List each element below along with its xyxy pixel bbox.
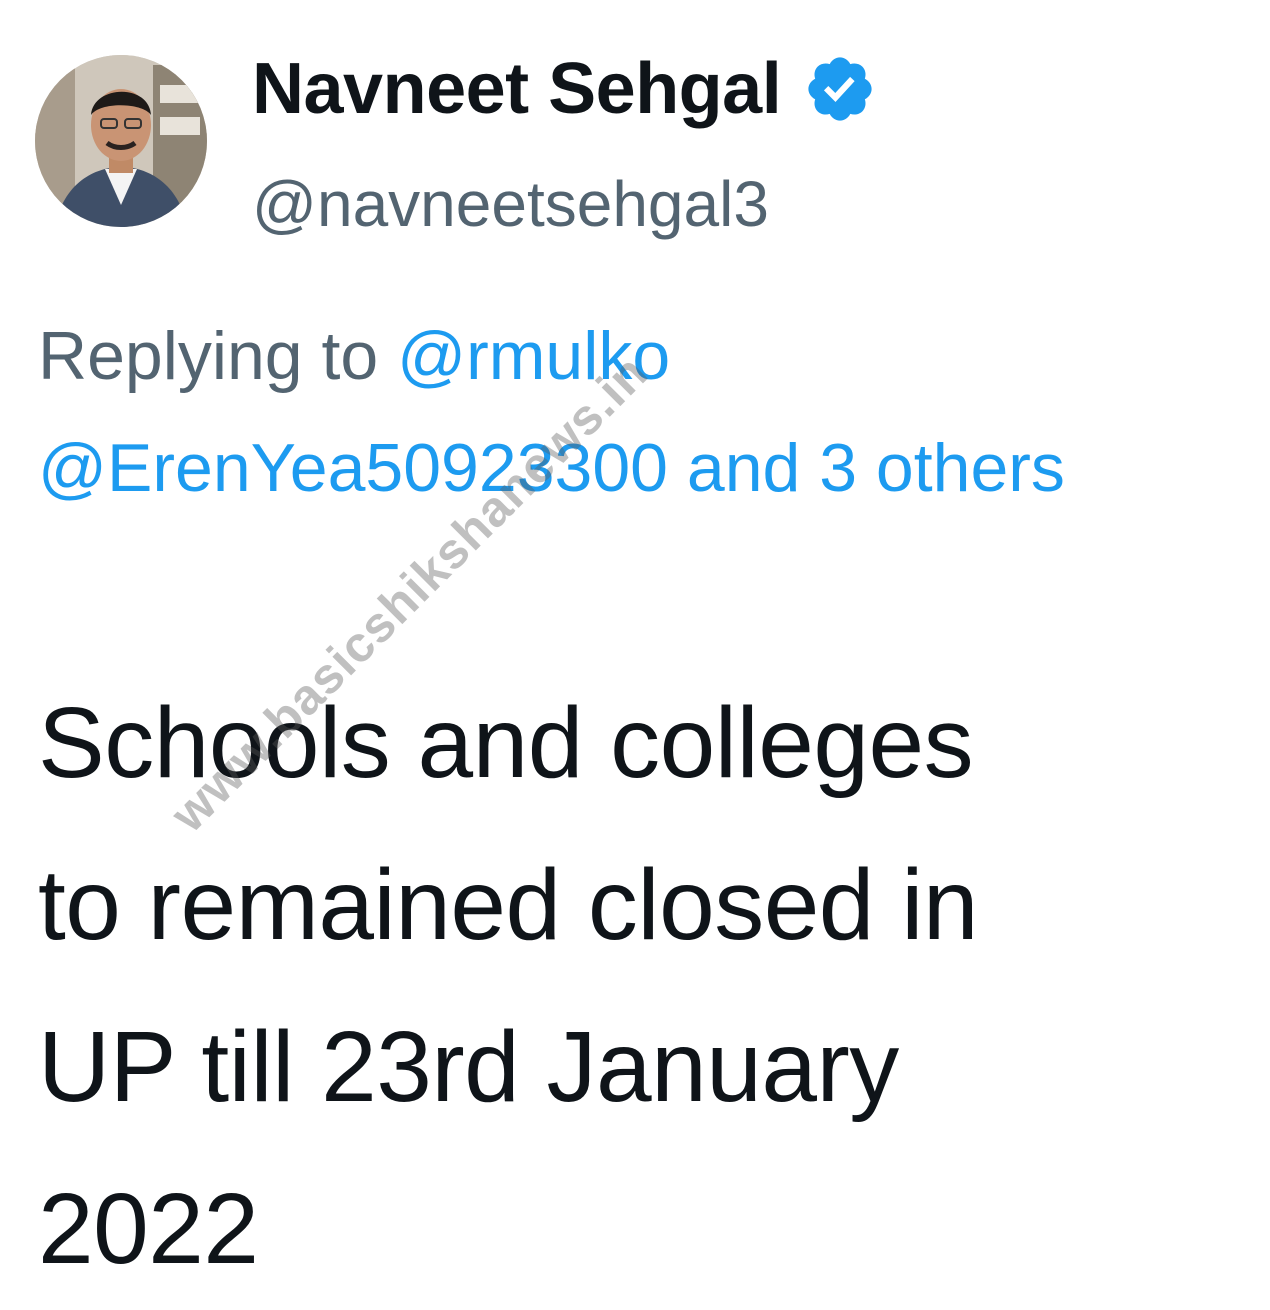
verified-badge-icon (808, 57, 872, 121)
profile-photo-icon (35, 55, 207, 227)
tweet-text: Schools and colleges to remained closed … (38, 662, 1258, 1310)
replying-to-label: Replying to (38, 318, 379, 394)
mention-link[interactable]: @ErenYea50923300 (38, 430, 668, 506)
and-others-link[interactable]: and 3 others (687, 430, 1065, 506)
tweet: Navneet Sehgal @navneetsehgal3 Replying … (0, 0, 1270, 1291)
avatar[interactable] (35, 55, 207, 227)
tweet-text-line: 2022 (38, 1173, 259, 1285)
tweet-text-line: to remained closed in (38, 849, 979, 961)
handle[interactable]: @navneetsehgal3 (252, 163, 769, 245)
display-name-row: Navneet Sehgal (252, 44, 877, 134)
tweet-text-line: UP till 23rd January (38, 1011, 899, 1123)
mention-link[interactable]: @rmulko (397, 318, 670, 394)
replying-to: Replying to @rmulko @ErenYea50923300 and… (38, 300, 1238, 524)
display-name[interactable]: Navneet Sehgal (252, 44, 782, 134)
tweet-text-line: Schools and colleges (38, 687, 974, 799)
